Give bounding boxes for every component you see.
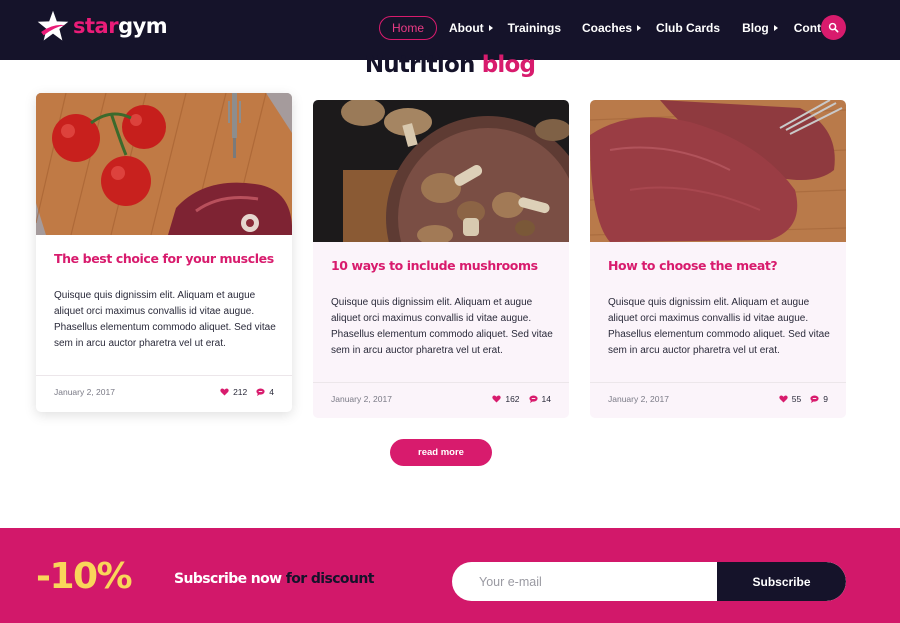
nav-item-label: Trainings bbox=[507, 21, 562, 35]
nav-item-blog[interactable]: Blog bbox=[742, 16, 778, 40]
post-stats: 55 9 bbox=[779, 394, 828, 404]
nav-item-label: Home bbox=[392, 21, 425, 35]
subscribe-headline-accent: for discount bbox=[285, 571, 375, 587]
post-title[interactable]: 10 ways to include mushrooms bbox=[331, 258, 538, 273]
post-excerpt: Quisque quis dignissim elit. Aliquam et … bbox=[331, 297, 553, 356]
caret-right-icon bbox=[773, 25, 778, 31]
post-date: January 2, 2017 bbox=[331, 394, 392, 404]
discount-badge: -10% bbox=[36, 556, 133, 597]
email-input[interactable] bbox=[452, 562, 717, 601]
subscribe-headline-main: Subscribe now bbox=[174, 571, 282, 587]
post-image-meat bbox=[590, 100, 846, 242]
post-image-tomatoes bbox=[36, 93, 292, 235]
post-title[interactable]: How to choose the meat? bbox=[608, 258, 778, 273]
likes-count: 212 bbox=[233, 387, 248, 397]
search-button[interactable] bbox=[821, 15, 846, 40]
comments-count: 9 bbox=[823, 394, 828, 404]
caret-right-icon bbox=[637, 25, 642, 31]
post-stats: 162 14 bbox=[492, 394, 551, 404]
likes-count: 162 bbox=[505, 394, 520, 404]
main-menu: Home About Trainings Coaches Club Cards … bbox=[379, 16, 838, 40]
heart-icon[interactable] bbox=[220, 388, 229, 396]
subscribe-band: -10% Subscribe now for discount Subscrib… bbox=[0, 528, 900, 623]
logo-star-icon bbox=[37, 10, 69, 41]
comment-icon[interactable] bbox=[256, 388, 265, 396]
section-title-accent: blog bbox=[481, 52, 536, 78]
blog-card-2[interactable]: 10 ways to include mushrooms Quisque qui… bbox=[313, 100, 569, 418]
logo[interactable]: stargym bbox=[36, 9, 168, 43]
post-date: January 2, 2017 bbox=[608, 394, 669, 404]
logo-text-gym: gym bbox=[118, 14, 168, 38]
nav-item-label: Blog bbox=[742, 21, 769, 35]
card-divider bbox=[590, 382, 846, 383]
nav-item-label: Club Cards bbox=[656, 21, 721, 35]
card-divider bbox=[36, 375, 292, 376]
comment-icon[interactable] bbox=[528, 395, 538, 403]
post-title[interactable]: The best choice for your muscles bbox=[54, 251, 274, 266]
post-excerpt: Quisque quis dignissim elit. Aliquam et … bbox=[54, 290, 276, 349]
nav-item-home[interactable]: Home bbox=[379, 16, 438, 40]
nav-item-label: About bbox=[449, 21, 484, 35]
read-more-button[interactable]: read more bbox=[390, 439, 492, 466]
subscribe-button[interactable]: Subscribe bbox=[717, 562, 846, 601]
post-excerpt: Quisque quis dignissim elit. Aliquam et … bbox=[608, 297, 830, 356]
heart-icon[interactable] bbox=[492, 395, 502, 403]
comment-icon[interactable] bbox=[810, 395, 819, 403]
section-title: Nutrition blog bbox=[0, 52, 900, 78]
search-icon bbox=[828, 22, 839, 33]
likes-count: 55 bbox=[791, 394, 802, 404]
post-stats: 212 4 bbox=[220, 387, 274, 397]
comments-count: 14 bbox=[541, 394, 551, 404]
nav-item-club-cards[interactable]: Club Cards bbox=[656, 16, 720, 40]
subscribe-form: Subscribe bbox=[452, 562, 846, 601]
nav-item-label: Coaches bbox=[582, 21, 633, 35]
nav-item-about[interactable]: About bbox=[449, 16, 493, 40]
card-divider bbox=[313, 382, 569, 383]
heart-icon[interactable] bbox=[779, 395, 788, 403]
caret-right-icon bbox=[488, 25, 493, 31]
nav-item-trainings[interactable]: Trainings bbox=[508, 16, 561, 40]
comments-count: 4 bbox=[269, 387, 274, 397]
post-image-mushrooms bbox=[313, 100, 569, 242]
nav-item-coaches[interactable]: Coaches bbox=[582, 16, 642, 40]
post-date: January 2, 2017 bbox=[54, 387, 115, 397]
logo-text-star: star bbox=[73, 14, 119, 38]
section-title-main: Nutrition bbox=[364, 52, 476, 78]
top-navbar: stargym Home About Trainings Coaches Clu… bbox=[0, 0, 900, 60]
blog-card-1[interactable]: The best choice for your muscles Quisque… bbox=[36, 93, 292, 412]
subscribe-headline: Subscribe now for discount bbox=[174, 571, 374, 587]
blog-card-3[interactable]: How to choose the meat? Quisque quis dig… bbox=[590, 100, 846, 418]
